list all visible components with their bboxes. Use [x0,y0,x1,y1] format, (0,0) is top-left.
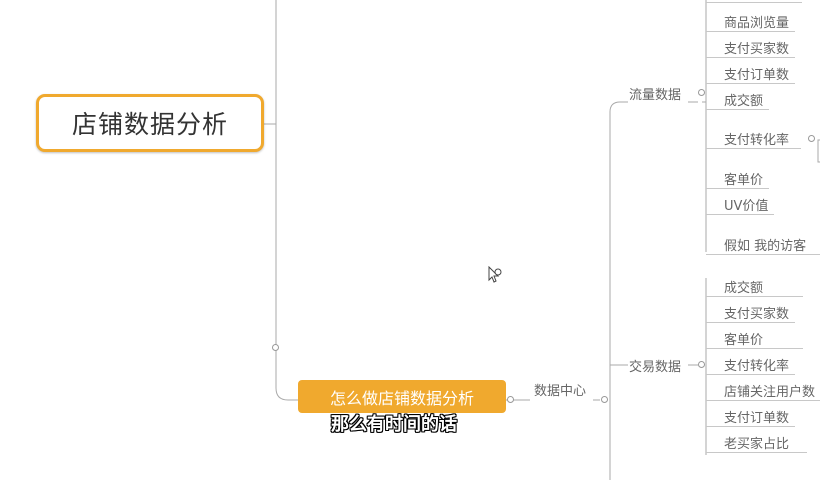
list-item[interactable]: 支付转化率 [706,355,796,375]
collapse-toggle-icon[interactable] [808,135,815,142]
collapse-toggle-icon[interactable] [698,89,705,96]
list-item[interactable]: 支付转化率 [706,129,802,149]
collapse-toggle-icon[interactable] [507,396,514,403]
data-center-label[interactable]: 数据中心 [534,380,586,399]
list-item[interactable]: 老买家占比 [706,433,808,453]
collapse-toggle-icon[interactable] [272,344,279,351]
list-item[interactable]: 成交额 [706,90,770,110]
transaction-data-label[interactable]: 交易数据 [629,356,681,375]
list-item[interactable]: 成交额 [706,277,804,297]
root-node[interactable]: 店铺数据分析 [36,94,264,152]
list-item[interactable]: 支付买家数 [706,38,796,58]
list-item[interactable]: UV价值 [706,195,775,215]
move-cursor-icon [488,266,502,283]
highlighted-node[interactable]: 怎么做店铺数据分析 [298,380,506,413]
collapse-toggle-icon[interactable] [601,396,608,403]
list-item[interactable]: 支付买家数 [706,303,796,323]
list-item[interactable]: 假如 我的访客 [706,235,820,255]
list-item[interactable]: 客单价 [706,169,770,189]
video-subtitle: 那么有时间的话 [331,414,457,435]
collapse-toggle-icon[interactable] [698,361,705,368]
list-item[interactable]: 商品浏览量 [706,12,796,32]
traffic-data-label[interactable]: 流量数据 [629,84,681,103]
list-item[interactable]: 支付订单数 [706,407,796,427]
list-item[interactable]: 客单价 [706,329,804,349]
list-item[interactable]: 店铺关注用户数 [706,381,820,401]
list-item[interactable] [706,0,802,3]
list-item[interactable]: 支付订单数 [706,64,796,84]
